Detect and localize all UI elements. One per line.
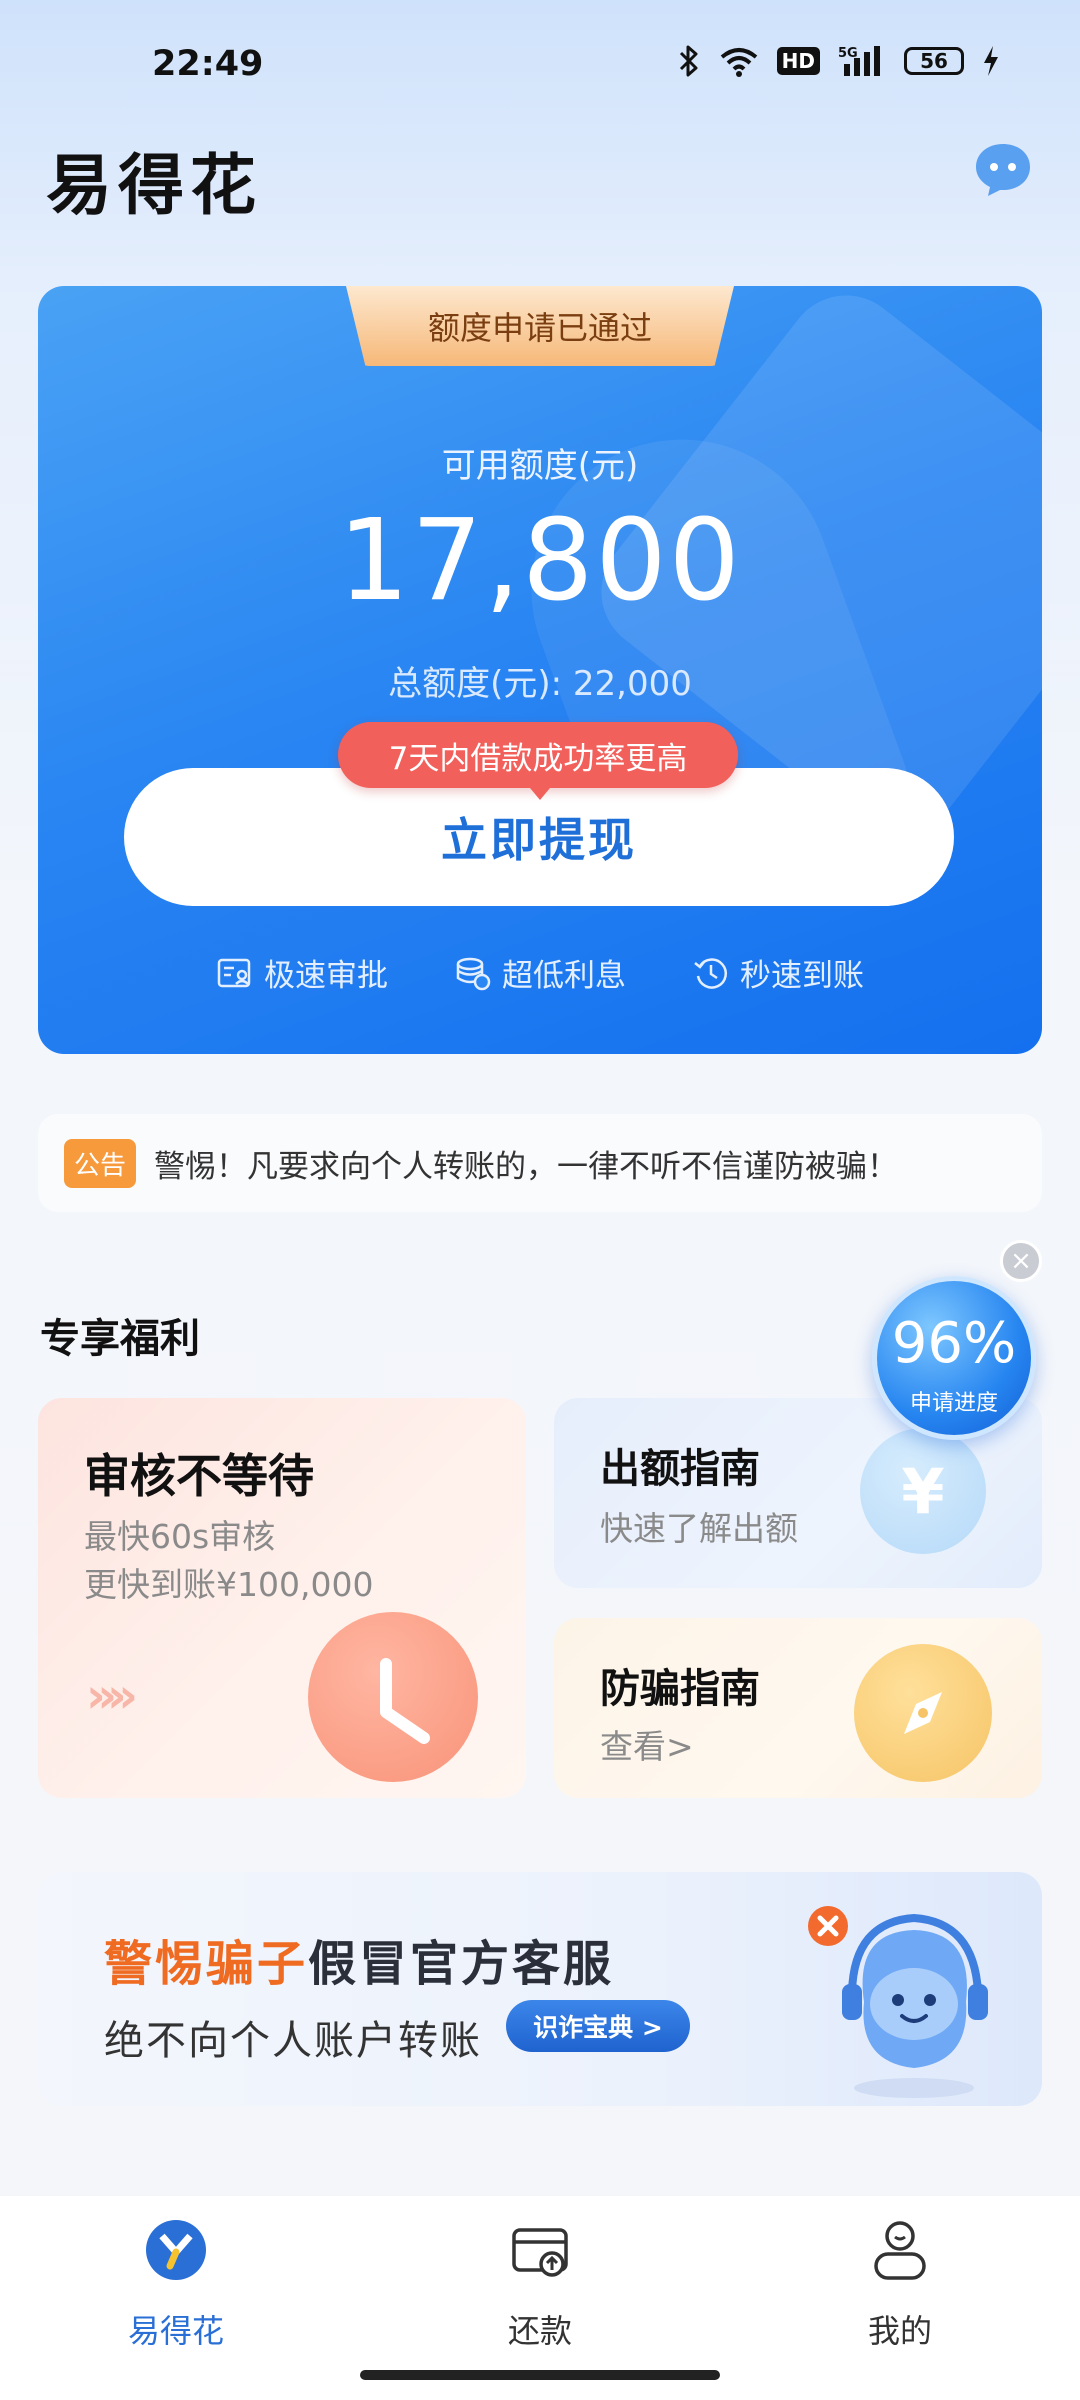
application-progress-orb[interactable]: 96% 申请进度 <box>872 1276 1036 1440</box>
repay-card-icon <box>512 2228 568 2277</box>
available-credit-amount: 17,800 <box>338 496 742 626</box>
quota-card-title: 出额指南 <box>600 1446 760 1492</box>
home-logo-icon <box>146 2220 206 2280</box>
tab-label: 还款 <box>507 2312 572 2350</box>
approval-icon <box>217 958 251 987</box>
banner-title-rest: 假冒官方客服 <box>308 1936 615 1992</box>
signal-icon: 5G <box>838 44 886 78</box>
feature-label: 秒速到账 <box>740 958 864 994</box>
tab-label: 易得花 <box>127 2312 224 2350</box>
wifi-icon <box>719 45 759 77</box>
feature-item: 极速审批 <box>216 950 388 995</box>
banner-subtitle: 绝不向个人账户转账 <box>104 2018 482 2064</box>
review-card-title: 审核不等待 <box>84 1449 314 1503</box>
feature-list: 极速审批 超低利息 秒速到账 <box>38 950 1042 995</box>
app-title: 易得花 <box>46 147 262 224</box>
tab-repay[interactable]: 还款 <box>440 2218 640 2368</box>
robot-mascot-icon <box>808 1906 988 2098</box>
progress-label: 申请进度 <box>909 1391 998 1416</box>
banner-title: 警惕骗子假冒官方客服 <box>104 1924 614 1994</box>
progress-value: 96% <box>891 1311 1017 1376</box>
bluetooth-icon <box>677 44 701 78</box>
available-credit-label: 可用额度(元) <box>441 446 639 486</box>
notice-bar[interactable]: 公告 警惕！凡要求向个人转账的，一律不听不信谨防被骗！ <box>38 1114 1042 1212</box>
tab-home[interactable]: 易得花 <box>76 2218 276 2368</box>
home-indicator[interactable] <box>360 2370 720 2380</box>
feature-item: 超低利息 <box>454 950 626 995</box>
status-time: 22:49 <box>152 44 264 84</box>
credit-card: 额度申请已通过 可用额度(元) 17,800 总额度(元): 22,000 立即… <box>38 286 1042 1054</box>
fraud-guide-button[interactable]: 识诈宝典 > <box>506 2000 690 2052</box>
review-card-line1: 最快60s审核 <box>84 1517 276 1556</box>
clock-arrival-icon <box>694 957 727 989</box>
review-card[interactable]: 审核不等待 最快60s审核 更快到账¥100,000 »» <box>38 1398 526 1798</box>
quota-card-subtitle: 快速了解出额 <box>600 1509 798 1548</box>
fraud-card-title: 防骗指南 <box>600 1666 760 1712</box>
battery-icon: 56 <box>904 47 964 75</box>
promo-pill: 7天内借款成功率更高 <box>338 722 738 800</box>
user-icon <box>874 2221 926 2280</box>
tab-label: 我的 <box>867 2312 932 2350</box>
tab-profile[interactable]: 我的 <box>800 2218 1000 2368</box>
yen-icon: ¥ <box>860 1428 986 1554</box>
feature-label: 超低利息 <box>502 958 626 994</box>
approved-tab: 额度申请已通过 <box>346 286 734 366</box>
review-card-line2: 更快到账¥100,000 <box>84 1565 374 1604</box>
coins-icon <box>456 957 491 990</box>
hd-badge: HD <box>776 47 820 75</box>
anti-fraud-banner[interactable]: 警惕骗子假冒官方客服 绝不向个人账户转账 识诈宝典 > <box>38 1872 1042 2106</box>
status-bar: 22:49 HD 5G 56 <box>0 0 1080 130</box>
feature-label: 极速审批 <box>264 958 388 994</box>
customer-service-button[interactable] <box>972 140 1034 200</box>
chat-bubble-icon <box>976 144 1030 196</box>
notice-tag: 公告 <box>64 1138 137 1188</box>
notice-text: 警惕！凡要求向个人转账的，一律不听不信谨防被骗！ <box>154 1148 899 1185</box>
close-icon[interactable]: × <box>1000 1240 1042 1282</box>
feature-item: 秒速到账 <box>692 950 864 995</box>
chevrons-icon: »» <box>86 1668 138 1724</box>
fraud-guide-card[interactable]: 防骗指南 查看> <box>554 1618 1042 1798</box>
clock-icon <box>308 1612 478 1782</box>
benefits-title: 专享福利 <box>40 1316 200 1362</box>
fraud-card-subtitle: 查看> <box>600 1727 694 1766</box>
compass-icon <box>854 1644 992 1782</box>
charging-icon <box>982 45 1000 77</box>
total-credit-line: 总额度(元): 22,000 <box>388 664 692 704</box>
banner-title-highlight: 警惕骗子 <box>104 1936 309 1992</box>
status-icons: HD 5G 56 <box>677 44 1000 78</box>
